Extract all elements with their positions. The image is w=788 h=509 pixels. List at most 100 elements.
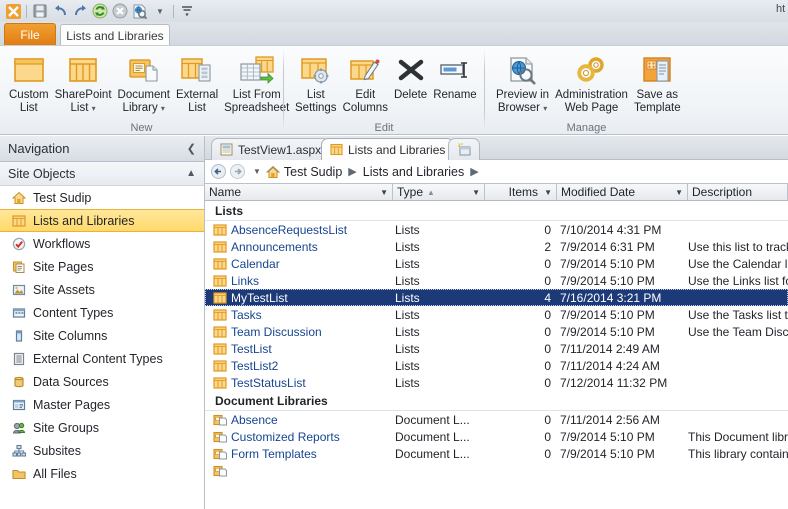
cell-items: 0 [544, 341, 551, 356]
tab-file[interactable]: File [4, 23, 56, 46]
doc-tab-lists-label: Lists and Libraries [348, 142, 446, 157]
sidebar-item-lists-and-libraries[interactable]: Lists and Libraries [0, 209, 204, 232]
doc-tab-testview1[interactable]: TestView1.aspx [211, 138, 331, 160]
save-button[interactable] [30, 2, 50, 21]
table-row[interactable]: Form Templates Document L... 0 7/9/2014 5:1… [205, 445, 788, 462]
table-row[interactable]: Absence Document L... 0 7/11/2014 2:56 AM [205, 411, 788, 428]
row-name[interactable]: Form Templates [231, 447, 317, 461]
column-header-description[interactable]: Description [688, 184, 788, 200]
table-row[interactable]: Announcements Lists 2 7/9/2014 6:31 PM Use t… [205, 238, 788, 255]
sidebar-item-external-content-types[interactable]: External Content Types [0, 347, 204, 370]
row-name[interactable]: Calendar [231, 257, 280, 271]
row-name[interactable]: AbsenceRequestsList [231, 223, 347, 237]
doc-tab-lists-and-libraries[interactable]: Lists and Libraries [321, 138, 455, 160]
row-name[interactable]: TestStatusList [231, 376, 306, 390]
redo-button[interactable] [70, 2, 90, 21]
row-name[interactable]: TestList2 [231, 359, 278, 373]
sidebar-item-workflows[interactable]: Workflows [0, 232, 204, 255]
cell-items: 0 [544, 375, 551, 390]
breadcrumb-item-1[interactable]: Lists and Libraries [362, 165, 465, 179]
chevron-down-icon[interactable]: ▾ [161, 104, 165, 113]
table-row[interactable]: TestStatusList Lists 0 7/12/2014 11:32 PM [205, 374, 788, 391]
sidebar-item-subsites[interactable]: Subsites [0, 439, 204, 462]
row-name[interactable]: Absence [231, 413, 278, 427]
table-row[interactable]: Team Discussion Lists 0 7/9/2014 5:10 PM Use… [205, 323, 788, 340]
sharepoint-list-button[interactable]: SharePoint List ▾ [52, 49, 115, 115]
sidebar-item-label: Content Types [33, 305, 114, 320]
row-name[interactable]: TestList [231, 342, 272, 356]
chevron-down-icon[interactable]: ▾ [92, 104, 96, 113]
sidebar-item-all-files[interactable]: All Files [0, 462, 204, 485]
forward-arrow-icon[interactable] [229, 163, 246, 180]
navigation-panel: Navigation ❮ Site Objects ▲ Test Sudip Li… [0, 136, 205, 509]
row-name[interactable]: Announcements [231, 240, 318, 254]
row-name[interactable]: Team Discussion [231, 325, 322, 339]
table-row[interactable]: Links Lists 0 7/9/2014 5:10 PM Use the Links… [205, 272, 788, 289]
sidebar-item-site-groups[interactable]: Site Groups [0, 416, 204, 439]
external-list-label: External [175, 89, 219, 101]
column-filter-dropdown-icon[interactable]: ▼ [472, 188, 480, 197]
preview-browser-icon[interactable] [130, 2, 150, 21]
chevron-down-icon[interactable]: ▾ [543, 104, 547, 113]
table-row[interactable]: MyTestList Lists 4 7/16/2014 3:21 PM [205, 289, 788, 306]
cell-items: 0 [544, 273, 551, 288]
column-filter-dropdown-icon[interactable]: ▼ [380, 188, 388, 197]
sidebar-item-content-types[interactable]: Content Types [0, 301, 204, 324]
rename-button[interactable]: Rename [430, 49, 479, 102]
row-name[interactable]: Customized Reports [231, 430, 340, 444]
column-header-label: Items [508, 185, 538, 199]
edit-columns-button[interactable]: Edit Columns [340, 49, 391, 115]
list-from-spreadsheet-button[interactable]: List From Spreadsheet [221, 49, 292, 115]
document-library-button[interactable]: Document Library ▾ [115, 49, 173, 115]
tab-lists-and-libraries[interactable]: Lists and Libraries [60, 24, 170, 46]
document-tab-strip: TestView1.aspx Lists and Libraries [205, 136, 788, 160]
preview-in-browser-button[interactable]: Preview in Browser ▾ [493, 49, 552, 115]
table-row[interactable]: TestList Lists 0 7/11/2014 2:49 AM [205, 340, 788, 357]
table-row[interactable]: AbsenceRequestsList Lists 0 7/10/2014 4:31 … [205, 221, 788, 238]
edit-columns-icon [348, 51, 382, 89]
sidebar-item-site-assets[interactable]: Site Assets [0, 278, 204, 301]
list-settings-button[interactable]: List Settings [292, 49, 340, 115]
column-header-type[interactable]: Type ▲ ▼ [393, 184, 485, 200]
column-header-label: Type [397, 185, 424, 199]
breadcrumb-item-0[interactable]: Test Sudip [283, 165, 343, 179]
customize-qat-button[interactable] [177, 2, 197, 21]
back-arrow-icon[interactable] [210, 163, 227, 180]
administration-web-page-button[interactable]: Administration Web Page [552, 49, 631, 115]
site-objects-section[interactable]: Site Objects ▲ [0, 162, 204, 186]
delete-button[interactable]: Delete [391, 49, 430, 102]
refresh-button[interactable] [90, 2, 110, 21]
chevron-up-icon[interactable]: ▲ [186, 168, 196, 179]
table-row[interactable]: TestList2 Lists 0 7/11/2014 4:24 AM [205, 357, 788, 374]
history-dropdown-icon[interactable]: ▼ [248, 167, 266, 176]
sidebar-item-test-sudip[interactable]: Test Sudip [0, 186, 204, 209]
new-tab-button[interactable] [448, 138, 480, 160]
external-list-button[interactable]: External List [173, 49, 221, 115]
undo-button[interactable] [50, 2, 70, 21]
chevron-left-icon[interactable]: ❮ [187, 142, 196, 155]
rename-icon [438, 51, 472, 89]
sidebar-item-site-pages[interactable]: Site Pages [0, 255, 204, 278]
custom-list-button[interactable]: Custom List [6, 49, 52, 115]
column-header-modified-date[interactable]: Modified Date ▼ [557, 184, 688, 200]
row-name[interactable]: Tasks [231, 308, 262, 322]
column-filter-dropdown-icon[interactable]: ▼ [544, 188, 552, 197]
sidebar-item-site-columns[interactable]: Site Columns [0, 324, 204, 347]
site-groups-icon [9, 421, 29, 435]
preview-dropdown-caret[interactable]: ▼ [150, 2, 170, 21]
row-name[interactable]: Links [231, 274, 259, 288]
stop-button[interactable] [110, 2, 130, 21]
ribbon-group-manage: Preview in Browser ▾ Administration Web … [485, 46, 688, 136]
table-row[interactable]: Calendar Lists 0 7/9/2014 5:10 PM Use the Ca… [205, 255, 788, 272]
column-header-name[interactable]: Name ▼ [205, 184, 393, 200]
column-filter-dropdown-icon[interactable]: ▼ [675, 188, 683, 197]
row-name[interactable]: MyTestList [231, 291, 288, 305]
table-row[interactable]: Tasks Lists 0 7/9/2014 5:10 PM Use the Tasks… [205, 306, 788, 323]
sidebar-item-master-pages[interactable]: Master Pages [0, 393, 204, 416]
table-row[interactable]: Customized Reports Document L... 0 7/9/2014… [205, 428, 788, 445]
sidebar-item-label: Site Groups [33, 420, 100, 435]
sidebar-item-data-sources[interactable]: Data Sources [0, 370, 204, 393]
table-row[interactable] [205, 462, 788, 479]
save-as-template-button[interactable]: Save as Template [631, 49, 684, 115]
column-header-items[interactable]: Items ▼ [485, 184, 557, 200]
